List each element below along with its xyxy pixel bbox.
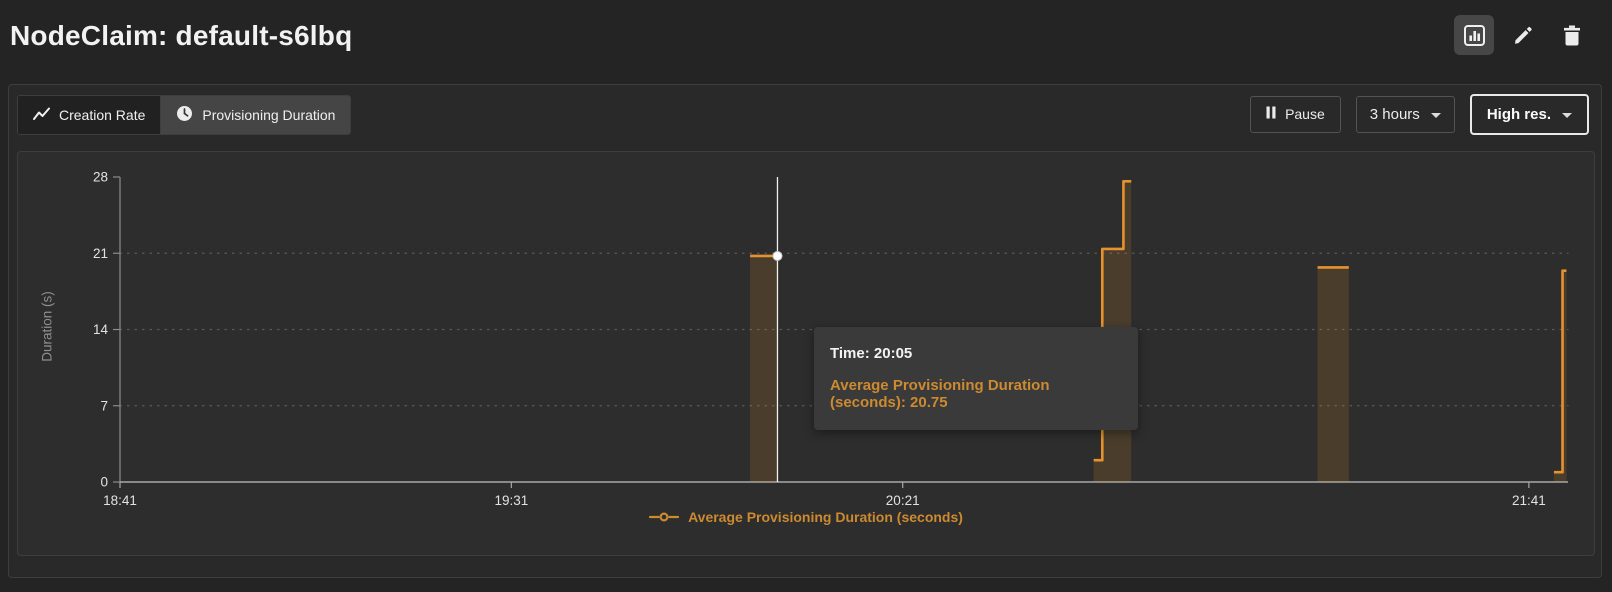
pause-icon	[1266, 106, 1276, 122]
svg-text:28: 28	[93, 170, 108, 185]
time-range-select[interactable]: 3 hours	[1356, 96, 1455, 133]
line-chart-icon	[33, 107, 50, 124]
nodeclaim-detail-page: NodeClaim: default-s6lbq	[0, 0, 1612, 592]
clock-icon	[176, 105, 193, 125]
svg-text:14: 14	[93, 322, 109, 337]
svg-text:20:21: 20:21	[886, 493, 920, 508]
tooltip-time: Time: 20:05	[830, 345, 1122, 362]
metric-tabs: Creation Rate Provisioning Duration	[17, 95, 351, 135]
chevron-down-icon	[1562, 113, 1572, 118]
page-header: NodeClaim: default-s6lbq	[0, 0, 1612, 80]
metrics-panel: Creation Rate Provisioning Duration	[8, 84, 1602, 578]
legend: Average Provisioning Duration (seconds)	[18, 509, 1594, 525]
y-axis-label: Duration (s)	[40, 262, 55, 392]
pause-label: Pause	[1285, 106, 1325, 122]
svg-text:0: 0	[100, 475, 108, 490]
chevron-down-icon	[1431, 113, 1441, 118]
legend-label: Average Provisioning Duration (seconds)	[688, 509, 963, 525]
delete-button[interactable]	[1552, 15, 1592, 55]
chart-tooltip: Time: 20:05 Average Provisioning Duratio…	[814, 327, 1138, 430]
edit-button[interactable]	[1503, 15, 1543, 55]
tab-label: Provisioning Duration	[202, 107, 335, 123]
tab-provisioning-duration[interactable]: Provisioning Duration	[160, 96, 350, 134]
svg-text:21: 21	[93, 246, 108, 261]
bar-chart-icon	[1463, 24, 1486, 47]
edit-icon	[1512, 24, 1534, 46]
tab-creation-rate[interactable]: Creation Rate	[18, 96, 160, 134]
time-range-value: 3 hours	[1370, 106, 1420, 123]
svg-text:21:41: 21:41	[1512, 493, 1546, 508]
chart-card: 0 7 14 21 28 18:41 19:31 20:21 21:41 Duration (s…	[17, 151, 1595, 556]
chart-view-button[interactable]	[1454, 15, 1494, 55]
resolution-value: High res.	[1487, 106, 1551, 123]
chart-controls: Pause 3 hours High res.	[1250, 93, 1589, 135]
tab-label: Creation Rate	[59, 107, 145, 123]
svg-text:19:31: 19:31	[494, 493, 528, 508]
page-title: NodeClaim: default-s6lbq	[10, 20, 352, 52]
header-actions	[1454, 15, 1592, 55]
provisioning-duration-chart[interactable]: 0 7 14 21 28 18:41 19:31 20:21 21:41	[18, 152, 1594, 555]
legend-marker-icon	[649, 511, 679, 523]
resolution-select[interactable]: High res.	[1470, 94, 1589, 135]
svg-text:18:41: 18:41	[103, 493, 137, 508]
trash-icon	[1562, 24, 1582, 46]
svg-text:7: 7	[100, 398, 108, 413]
pause-button[interactable]: Pause	[1250, 96, 1341, 133]
tooltip-series-value: Average Provisioning Duration (seconds):…	[830, 377, 1122, 411]
